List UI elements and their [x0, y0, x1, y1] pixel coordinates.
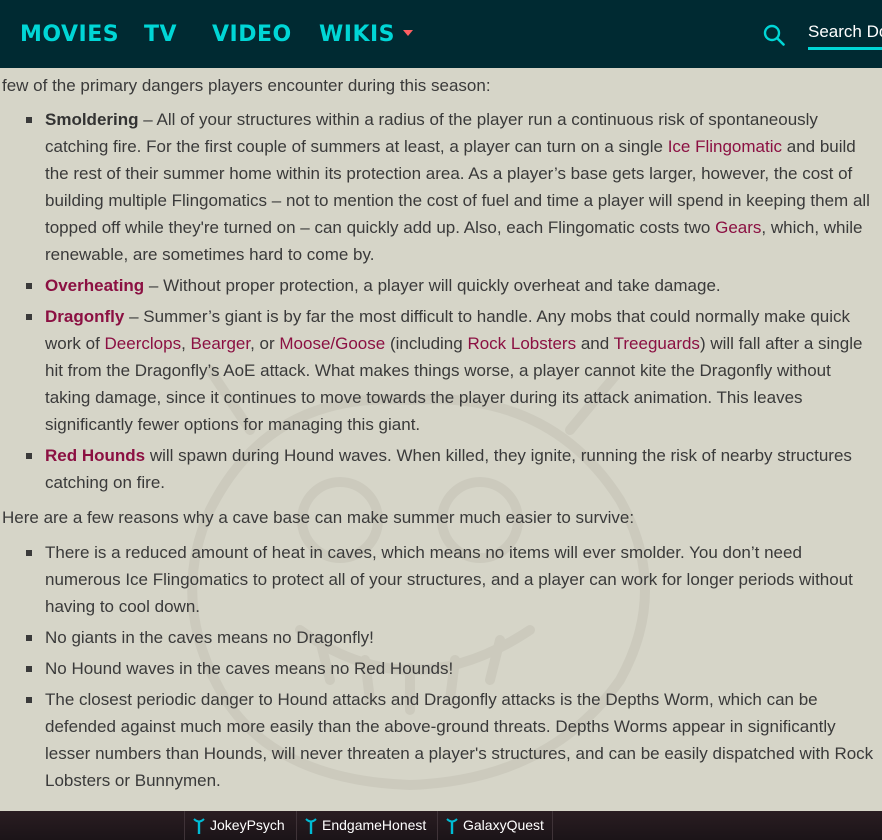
community-label: GalaxyQuest [463, 817, 544, 833]
link-deerclops[interactable]: Deerclops [105, 334, 182, 353]
dangers-list: Smoldering – All of your structures with… [0, 106, 882, 500]
dangers-intro: few of the primary dangers players encou… [2, 76, 491, 95]
community-link-endgamehonest[interactable]: EndgameHonest [296, 811, 437, 840]
link-ice-flingomatic[interactable]: Ice Flingomatic [668, 137, 782, 156]
term-smoldering: Smoldering [45, 110, 139, 129]
link-moose-goose[interactable]: Moose/Goose [279, 334, 385, 353]
link-treeguards[interactable]: Treeguards [614, 334, 700, 353]
list-item-text: will spawn during Hound waves. When kill… [45, 446, 852, 492]
reasons-list: There is a reduced amount of heat in cav… [0, 539, 882, 798]
search-input[interactable] [808, 16, 882, 50]
community-link-jokeypsych[interactable]: JokeyPsych [184, 811, 291, 840]
community-label: EndgameHonest [322, 817, 427, 833]
reasons-intro: Here are a few reasons why a cave base c… [2, 508, 635, 527]
nav-movies[interactable]: MOVIES [20, 20, 119, 50]
wiki-antenna-icon [446, 818, 458, 834]
caret-down-icon [403, 30, 414, 36]
list-item: No Hound waves in the caves means no Red… [0, 655, 882, 682]
list-item-overheating: Overheating – Without proper protection,… [0, 272, 882, 299]
list-item-dragonfly: Dragonfly – Summer’s giant is by far the… [0, 303, 882, 438]
link-bearger[interactable]: Bearger [191, 334, 251, 353]
top-navigation: MOVIES TV VIDEO WIKIS [0, 0, 882, 68]
link-dragonfly[interactable]: Dragonfly [45, 307, 124, 326]
nav-tv[interactable]: TV [144, 20, 177, 50]
wiki-antenna-icon [193, 818, 205, 834]
link-red-hounds[interactable]: Red Hounds [45, 446, 145, 465]
link-gears[interactable]: Gears [715, 218, 761, 237]
list-item-red-hounds: Red Hounds will spawn during Hound waves… [0, 442, 882, 496]
list-item-text: and [576, 334, 614, 353]
list-item-text: , or [250, 334, 280, 353]
list-item-text: – Without proper protection, a player wi… [144, 276, 721, 295]
link-rock-lobsters[interactable]: Rock Lobsters [467, 334, 576, 353]
wiki-antenna-icon [305, 818, 317, 834]
nav-wikis-label: WIKIS [319, 22, 396, 47]
nav-video[interactable]: VIDEO [212, 20, 292, 50]
nav-wikis[interactable]: WIKIS [319, 20, 414, 50]
community-label: JokeyPsych [210, 817, 285, 833]
list-item: No giants in the caves means no Dragonfl… [0, 624, 882, 651]
community-link-galaxyquest[interactable]: GalaxyQuest [437, 811, 553, 840]
list-item: There is a reduced amount of heat in cav… [0, 539, 882, 620]
search-icon[interactable] [763, 24, 785, 46]
list-item-smoldering: Smoldering – All of your structures with… [0, 106, 882, 268]
list-item-text: (including [385, 334, 468, 353]
link-overheating[interactable]: Overheating [45, 276, 144, 295]
list-item: The closest periodic danger to Hound att… [0, 686, 882, 794]
list-item-text: , [181, 334, 191, 353]
community-bar: JokeyPsych EndgameHonest GalaxyQuest [0, 811, 882, 840]
